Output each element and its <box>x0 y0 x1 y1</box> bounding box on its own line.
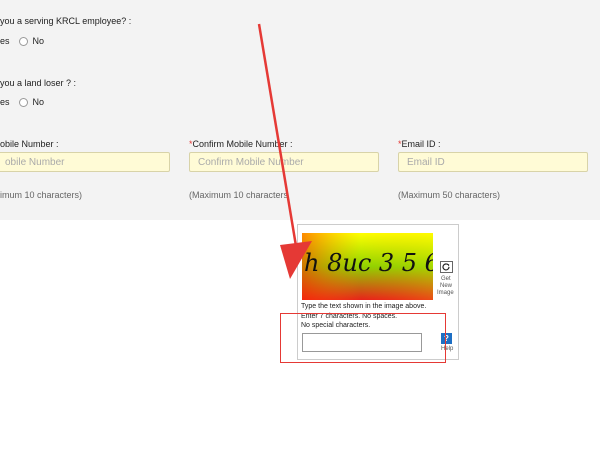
annotation-arrow <box>257 23 312 279</box>
